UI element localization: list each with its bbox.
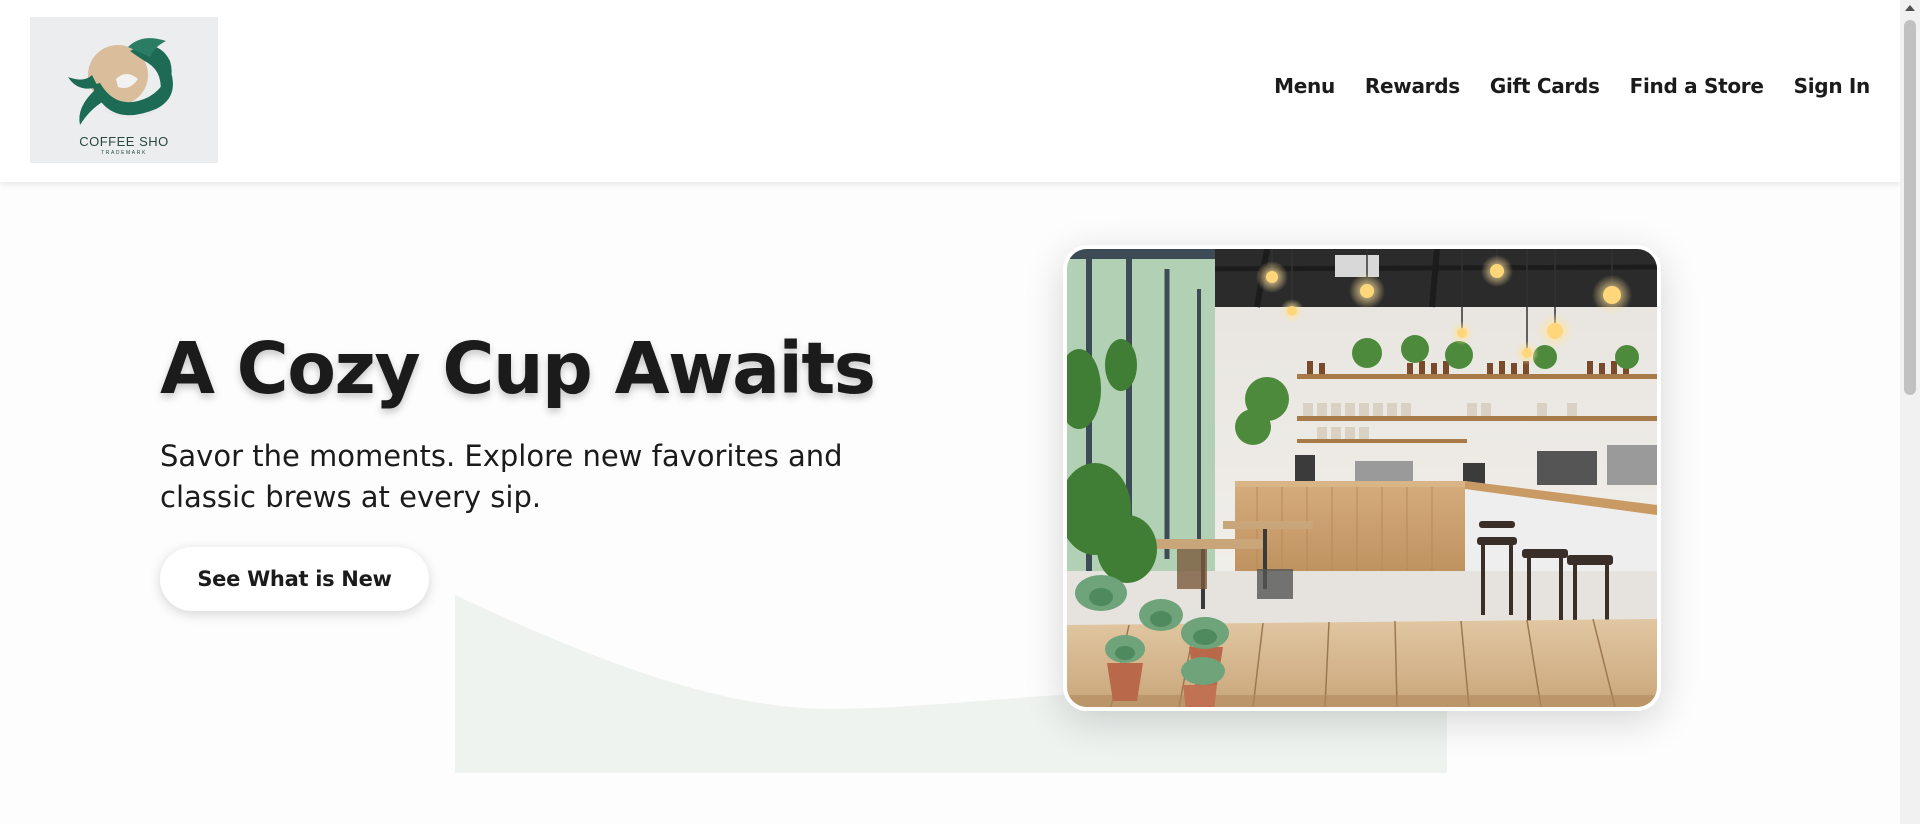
page-scrollbar[interactable] <box>1900 0 1920 824</box>
nav-gift-cards-link[interactable]: Gift Cards <box>1490 74 1600 98</box>
logo-tagline: TRADEMARK <box>101 150 147 156</box>
hero-title: A Cozy Cup Awaits <box>160 327 876 410</box>
see-whats-new-button[interactable]: See What is New <box>160 547 429 611</box>
nav-menu-link[interactable]: Menu <box>1274 74 1335 98</box>
main-nav: Menu Rewards Gift Cards Find a Store Sig… <box>1274 74 1870 98</box>
nav-rewards-link[interactable]: Rewards <box>1365 74 1460 98</box>
hero-cafe-image <box>1063 245 1661 711</box>
hero-subtitle: Savor the moments. Explore new favorites… <box>160 439 843 514</box>
nav-sign-in-link[interactable]: Sign In <box>1794 74 1871 98</box>
scroll-up-arrow-icon[interactable] <box>1905 5 1915 11</box>
logo-wordmark: COFFEE SHO <box>79 134 169 149</box>
nav-find-store-link[interactable]: Find a Store <box>1630 74 1764 98</box>
scroll-thumb[interactable] <box>1904 20 1916 395</box>
brand-logo[interactable]: COFFEE SHO TRADEMARK <box>30 17 218 163</box>
cafe-interior-illustration <box>1067 249 1657 707</box>
site-header: COFFEE SHO TRADEMARK Menu Rewards Gift C… <box>0 0 1900 182</box>
